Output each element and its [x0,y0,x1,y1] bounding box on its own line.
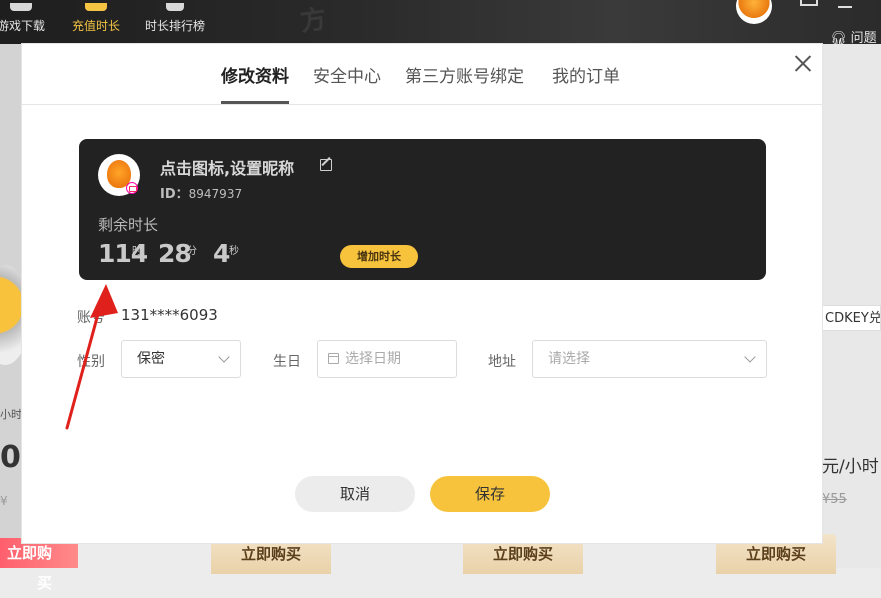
seconds-value: 4 [213,239,230,268]
seconds-unit: 秒 [229,246,239,257]
edit-icon[interactable] [320,159,332,171]
close-icon[interactable] [790,51,816,77]
nav-ranking[interactable]: 时长排行榜 [140,0,210,44]
minutes-value: 28 [158,239,192,268]
ranking-icon [166,3,184,11]
remaining-time-label: 剩余时长 [98,216,159,234]
profile-dialog: 修改资料 安全中心 第三方账号绑定 我的订单 点击图标,设置昵称 ID：8947… [22,44,822,543]
birthday-label: 生日 [273,354,301,370]
app-header: 游戏下载 充值时长 时长排行榜 方 🎧︎ 问题 [0,0,881,46]
bg-unit-text: 小时 [0,408,22,421]
window-restore-icon[interactable] [800,0,818,6]
dialog-tabs: 修改资料 安全中心 第三方账号绑定 我的订单 [22,44,822,105]
tab-security-center[interactable]: 安全中心 [313,62,381,104]
recharge-icon [85,3,107,11]
tab-my-orders[interactable]: 我的订单 [552,62,620,104]
download-icon [10,3,32,11]
header-avatar[interactable] [736,0,772,24]
nav-label: 游戏下载 [0,19,45,33]
birthday-field[interactable]: 选择日期 [317,340,457,378]
gender-value: 保密 [137,351,165,367]
bg-price-unit: 元/小时 [822,457,879,477]
cancel-button[interactable]: 取消 [295,476,415,512]
nav-label: 充值时长 [71,19,120,33]
gender-select[interactable]: 保密 [121,340,241,378]
nickname-prompt[interactable]: 点击图标,设置昵称 [160,155,294,179]
add-time-button[interactable]: 增加时长 [340,245,418,268]
hours-unit: 时 [132,246,142,257]
bg-price-small: ¥ [0,494,8,508]
cdkey-redeem-button[interactable]: CDKEY兑换 [822,305,881,331]
user-id-label: ID： [160,187,189,202]
window-minimize-icon[interactable] [838,6,852,8]
account-label: 账号 [77,310,105,326]
nav-recharge[interactable]: 充值时长 [66,0,126,44]
address-placeholder: 请选择 [548,351,590,367]
minutes-unit: 分 [187,246,197,257]
avatar[interactable] [98,154,140,196]
address-select[interactable]: 请选择 [532,340,767,378]
nav-game-download[interactable]: 游戏下载 [0,0,48,44]
gender-label: 性别 [77,354,105,370]
save-button[interactable]: 保存 [430,476,550,512]
user-id: ID：8947937 [160,183,242,202]
chevron-down-icon [218,351,230,363]
calendar-icon [328,353,339,364]
chevron-down-icon [744,351,756,363]
avatar-camera-icon [126,182,138,194]
nav-label: 时长排行榜 [144,19,205,33]
user-id-value: 8947937 [188,187,243,201]
address-label: 地址 [488,354,516,370]
header-watermark: 方 [298,4,329,38]
birthday-placeholder: 选择日期 [345,351,401,367]
account-card: 点击图标,设置昵称 ID：8947937 剩余时长 114 时 28 分 4 秒… [79,139,766,280]
tab-edit-profile[interactable]: 修改资料 [221,62,289,104]
bg-strike-price: ¥55 [822,492,847,507]
tab-third-party-binding[interactable]: 第三方账号绑定 [405,62,524,104]
account-value: 131****6093 [121,306,218,324]
